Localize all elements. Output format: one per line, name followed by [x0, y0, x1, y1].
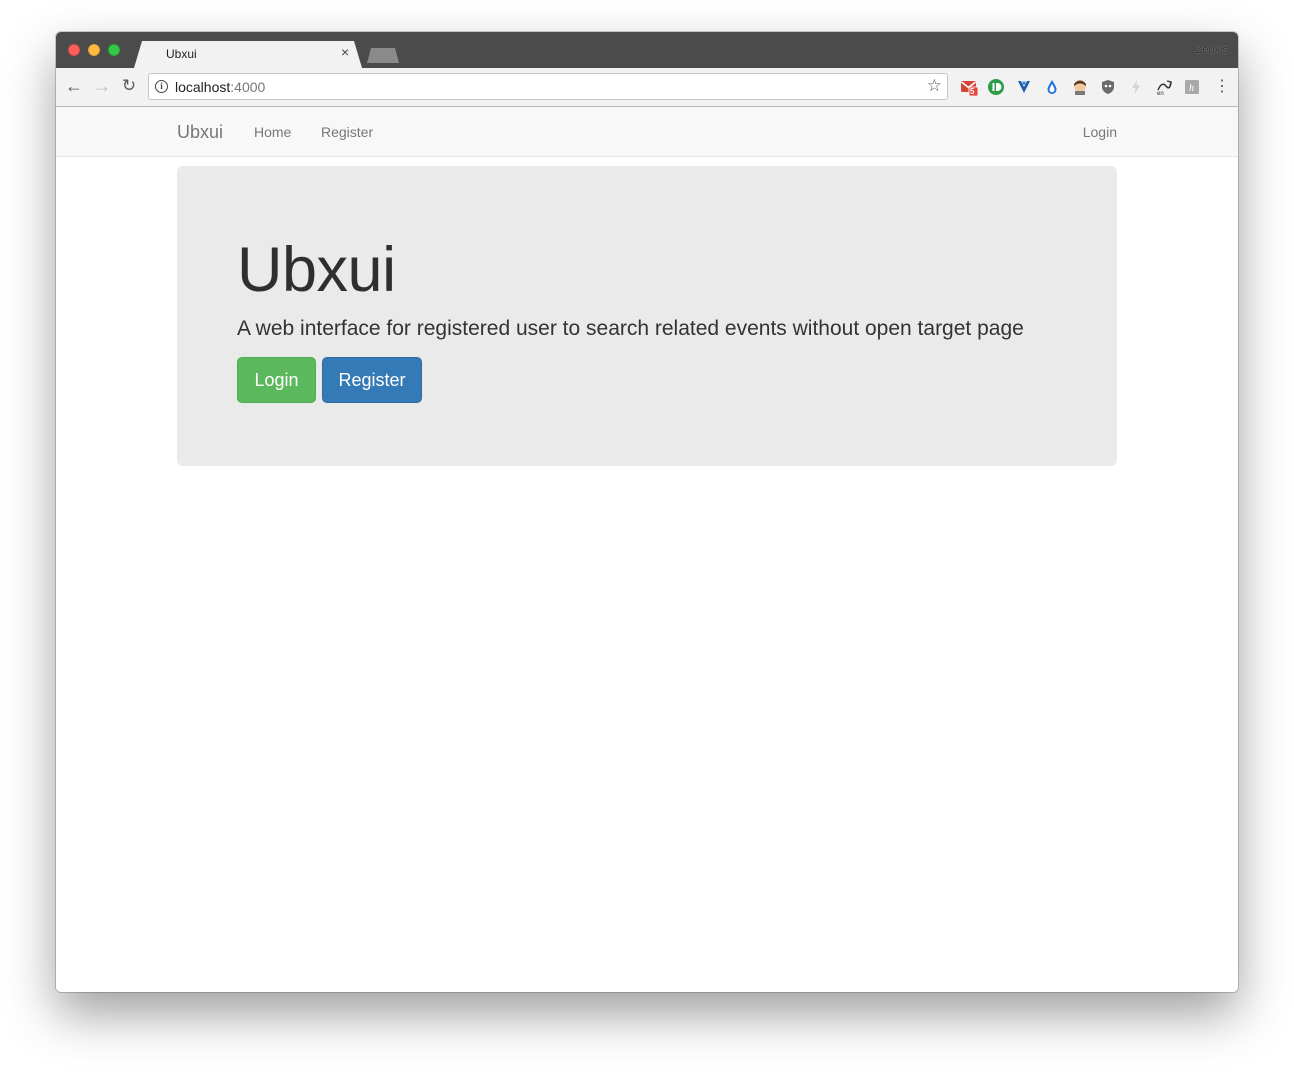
menu-kebab-icon[interactable]: ⋮ — [1214, 77, 1230, 97]
nav-link-home[interactable]: Home — [254, 124, 291, 140]
svg-text:en: en — [1157, 91, 1164, 96]
forward-arrow-icon[interactable]: → — [92, 76, 112, 96]
tab-strip: Ubxui × Zeuxis — [56, 32, 1238, 68]
nav-link-register[interactable]: Register — [321, 124, 373, 140]
register-button[interactable]: Register — [322, 357, 422, 403]
bookmark-star-icon[interactable]: ☆ — [927, 76, 942, 96]
hero-jumbotron: Ubxui A web interface for registered use… — [177, 166, 1117, 466]
back-arrow-icon[interactable]: ← — [64, 76, 84, 96]
new-tab-button[interactable] — [367, 48, 399, 63]
address-bar[interactable]: i localhost:4000 ☆ — [148, 73, 948, 100]
vimium-extension-icon[interactable] — [1015, 78, 1033, 96]
info-icon[interactable]: i — [155, 80, 168, 93]
profile-name[interactable]: Zeuxis — [1196, 44, 1228, 56]
hero-lead: A web interface for registered user to s… — [237, 317, 1024, 340]
gmail-extension-icon[interactable] — [960, 78, 978, 96]
svg-text:h: h — [1189, 83, 1194, 94]
browser-toolbar: ← → ↻ i localhost:4000 ☆ 5 en h ⋮ — [56, 68, 1238, 107]
tab-close-icon[interactable]: × — [341, 44, 349, 60]
tab-title: Ubxui — [166, 47, 197, 61]
nav-link-login[interactable]: Login — [1083, 124, 1117, 140]
translate-extension-icon[interactable]: en — [1155, 78, 1173, 96]
minimize-window-button[interactable] — [88, 44, 100, 56]
browser-window: Ubxui × Zeuxis ← → ↻ i localhost:4000 ☆ … — [56, 32, 1238, 992]
url-text[interactable]: localhost:4000 — [175, 79, 265, 95]
shield-extension-icon[interactable] — [1099, 78, 1117, 96]
gmail-badge: 5 — [970, 87, 975, 96]
hero-title: Ubxui — [237, 235, 396, 305]
url-host: localhost — [175, 79, 231, 95]
lightning-extension-icon[interactable] — [1127, 78, 1145, 96]
url-port: :4000 — [230, 79, 266, 95]
site-navbar: Ubxui Home Register Login — [56, 107, 1238, 157]
close-window-button[interactable] — [68, 44, 80, 56]
pushbullet-extension-icon[interactable] — [987, 78, 1005, 96]
navbar-brand[interactable]: Ubxui — [177, 122, 223, 143]
zoom-window-button[interactable] — [108, 44, 120, 56]
avatar-extension-icon[interactable] — [1071, 78, 1089, 96]
active-tab[interactable]: Ubxui × — [134, 41, 362, 68]
h-extension-icon[interactable]: h — [1183, 78, 1201, 96]
reload-icon[interactable]: ↻ — [119, 76, 139, 96]
web-page: Ubxui Home Register Login Ubxui A web in… — [56, 107, 1238, 992]
login-button[interactable]: Login — [237, 357, 316, 403]
drop-extension-icon[interactable] — [1043, 78, 1061, 96]
